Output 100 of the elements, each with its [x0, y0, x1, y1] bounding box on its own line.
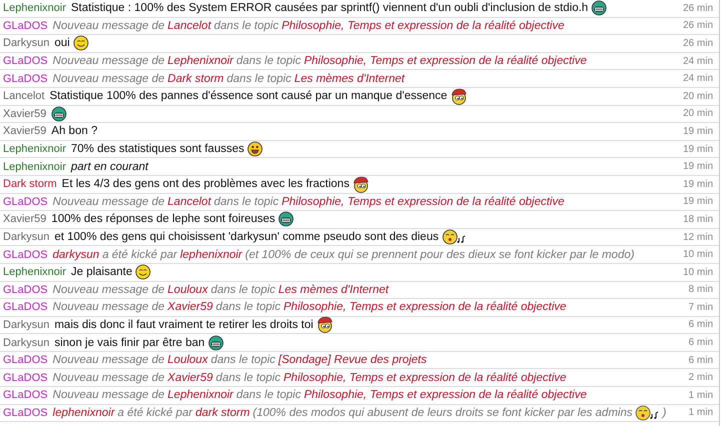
- user-or-topic-name[interactable]: [Sondage] Revue des projets: [278, 354, 427, 366]
- author-name[interactable]: GLaDOS: [3, 196, 48, 208]
- author-name[interactable]: GLaDOS: [3, 389, 48, 402]
- user-or-topic-name[interactable]: Louloux: [168, 284, 208, 296]
- author-name[interactable]: GLaDOS: [3, 301, 48, 314]
- user-or-topic-name[interactable]: Les mèmes d'Internet: [278, 284, 389, 296]
- author-name[interactable]: Darkysun: [3, 318, 50, 331]
- message-text: Statistique : 100% des System ERROR causées par sprintf() viennent d'un oubli d'inclusion de stdio.h: [71, 2, 588, 14]
- author-name[interactable]: Lephenixnoir: [3, 160, 66, 173]
- author-name[interactable]: Dark storm: [3, 178, 57, 190]
- grinning-face-icon: [208, 334, 224, 351]
- author-name[interactable]: Darkysun: [3, 37, 50, 50]
- message-text: Et les 4/3 des gens ont des problèmes avec les fractions: [62, 178, 350, 190]
- timestamp: 10 min: [682, 249, 713, 260]
- timestamp: 1 min: [688, 390, 713, 401]
- timestamp: 1 min: [688, 407, 713, 418]
- user-or-topic-name[interactable]: Philosophie, Temps et expression de la réalité objective: [304, 389, 587, 402]
- user-or-topic-name[interactable]: Lancelot: [168, 20, 212, 32]
- user-or-topic-name[interactable]: Xavier59: [168, 372, 213, 384]
- message-text: Je plaisante: [71, 266, 132, 278]
- message-text: Nouveau message de: [52, 55, 165, 68]
- user-or-topic-name[interactable]: Philosophie, Temps et expression de la réalité objective: [284, 372, 566, 384]
- user-or-topic-name[interactable]: Xavier59: [168, 301, 213, 314]
- author-name[interactable]: GLaDOS: [3, 20, 48, 32]
- author-name[interactable]: Darkysun: [3, 231, 50, 244]
- face-with-cap-icon: [450, 88, 468, 105]
- timestamp: 6 min: [688, 337, 713, 348]
- message-text: dans le topic: [226, 72, 292, 85]
- smiling-face-icon: [72, 35, 89, 52]
- message-text: 70% des statistiques sont fausses: [71, 143, 244, 156]
- message-text: 100% des réponses de lephe sont foireuses: [51, 213, 276, 226]
- timestamp: 10 min: [682, 266, 713, 278]
- singing-face-icon: [635, 404, 660, 421]
- user-or-topic-name[interactable]: Les mèmes d'Internet: [294, 72, 405, 85]
- timestamp: 26 min: [682, 2, 713, 14]
- timestamp: 19 min: [682, 126, 713, 137]
- user-or-topic-name[interactable]: darkysun: [52, 248, 100, 261]
- user-or-topic-name[interactable]: dark storm: [195, 406, 250, 419]
- timestamp: 8 min: [688, 284, 713, 296]
- author-name[interactable]: Darkysun: [3, 336, 50, 349]
- timestamp: 20 min: [682, 90, 713, 102]
- user-or-topic-name[interactable]: Lephenixnoir: [168, 55, 234, 68]
- message-text: Nouveau message de: [52, 389, 165, 402]
- message-text: dans le topic: [236, 55, 301, 68]
- timestamp: 19 min: [682, 161, 713, 172]
- message-text: (100% des modos qui abusent de leurs droits se font kicker par les admins: [252, 406, 632, 419]
- message-text: et 100% des gens qui choisissent 'darkysun' comme pseudo sont des dieus: [54, 231, 439, 244]
- author-name[interactable]: Xavier59: [3, 125, 46, 138]
- message-text: Nouveau message de: [52, 196, 165, 208]
- author-name[interactable]: Xavier59: [3, 108, 46, 120]
- message-text: Nouveau message de: [52, 372, 165, 384]
- message-text: dans le topic: [216, 301, 280, 314]
- user-or-topic-name[interactable]: Lephenixnoir: [168, 389, 234, 402]
- author-name[interactable]: GLaDOS: [3, 406, 48, 419]
- grinning-face-icon: [51, 106, 68, 122]
- user-or-topic-name[interactable]: Philosophie, Temps et expression de la réalité objective: [304, 55, 587, 68]
- message-text: sinon je vais finir par être ban: [54, 336, 205, 349]
- user-or-topic-name[interactable]: lephenixnoir: [52, 406, 115, 419]
- message-text: dans le topic: [214, 196, 279, 208]
- face-with-cap-icon: [316, 316, 334, 334]
- timestamp: 18 min: [682, 214, 713, 225]
- user-or-topic-name[interactable]: Philosophie, Temps et expression de la réalité objective: [282, 20, 564, 32]
- grinning-face-icon: [278, 211, 294, 228]
- message-text: dans le topic: [210, 284, 276, 296]
- message-text: dans le topic: [216, 372, 280, 384]
- timestamp: 7 min: [688, 302, 713, 313]
- author-name[interactable]: Lephenixnoir: [3, 266, 66, 278]
- timestamp: 19 min: [682, 178, 713, 190]
- timestamp: 26 min: [682, 38, 713, 49]
- user-or-topic-name[interactable]: Philosophie, Temps et expression de la réalité objective: [282, 196, 564, 208]
- timestamp: 19 min: [682, 144, 713, 155]
- user-or-topic-name[interactable]: Lancelot: [168, 196, 212, 208]
- grinning-face-icon: [591, 0, 608, 16]
- timestamp: 24 min: [682, 56, 713, 67]
- author-name[interactable]: GLaDOS: [3, 72, 48, 85]
- author-name[interactable]: Lephenixnoir: [3, 2, 66, 14]
- message-text: dans le topic: [210, 354, 276, 366]
- author-name[interactable]: GLaDOS: [3, 354, 48, 366]
- message-text: (et 100% de ceux qui se prennent pour des dieux se font kicker par le modo): [245, 248, 634, 261]
- author-name[interactable]: GLaDOS: [3, 372, 48, 384]
- message-text: Nouveau message de: [52, 72, 165, 85]
- user-or-topic-name[interactable]: Louloux: [168, 354, 208, 366]
- message-text: dans le topic: [236, 389, 301, 402]
- author-name[interactable]: GLaDOS: [3, 284, 48, 296]
- face-with-cap-icon: [352, 176, 370, 193]
- message-text: a été kické par: [118, 406, 192, 419]
- author-name[interactable]: Lephenixnoir: [3, 143, 66, 156]
- message-text: dans le topic: [214, 20, 279, 32]
- user-or-topic-name[interactable]: lephenixnoir: [180, 248, 242, 261]
- user-or-topic-name[interactable]: Philosophie, Temps et expression de la réalité objective: [284, 301, 566, 314]
- author-name[interactable]: GLaDOS: [3, 55, 48, 68]
- author-name[interactable]: GLaDOS: [3, 248, 48, 261]
- author-name[interactable]: Lancelot: [3, 90, 45, 102]
- message-text: ): [662, 406, 666, 419]
- happy-face-icon: [247, 141, 264, 158]
- timestamp: 20 min: [682, 108, 713, 120]
- user-or-topic-name[interactable]: Dark storm: [168, 72, 224, 85]
- message-text: Nouveau message de: [52, 301, 165, 314]
- author-name[interactable]: Xavier59: [3, 213, 46, 226]
- message-text: part en courant: [71, 160, 148, 173]
